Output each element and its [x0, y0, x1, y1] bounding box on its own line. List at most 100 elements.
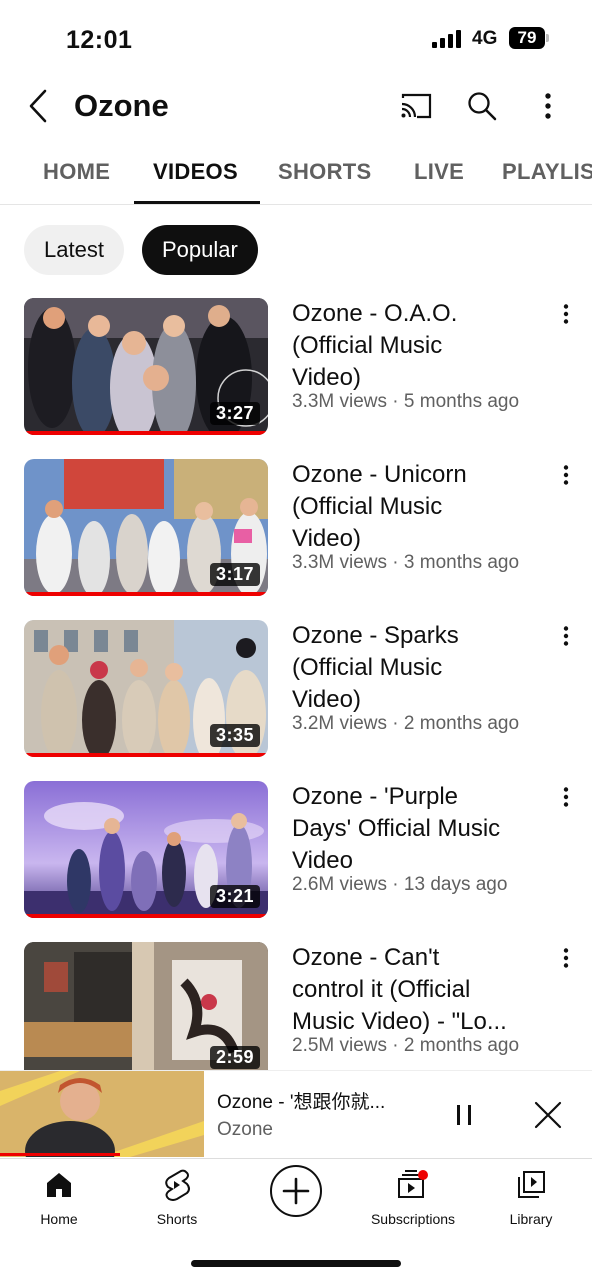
video-title[interactable]: Ozone - 'Purple Days' Official Music Vid…	[292, 781, 552, 877]
bottom-navigation: Home Shorts Subscriptions Library	[0, 1158, 592, 1236]
video-title[interactable]: Ozone - Can't control it (Official Music…	[292, 942, 552, 1038]
video-thumbnail[interactable]: 2:59	[24, 942, 268, 1079]
video-thumbnail[interactable]: 3:21	[24, 781, 268, 918]
video-thumbnail[interactable]: 3:27	[24, 298, 268, 435]
video-title-line: Video)	[292, 686, 361, 713]
nav-label: Library	[509, 1211, 553, 1227]
video-duration: 2:59	[209, 1046, 260, 1069]
more-options-button[interactable]	[528, 86, 568, 126]
vertical-dots-icon	[545, 93, 551, 119]
library-icon	[513, 1167, 549, 1203]
video-title[interactable]: Ozone - Unicorn (Official Music Video)	[292, 459, 552, 555]
vertical-dots-icon	[563, 948, 569, 968]
video-title-line: Video)	[292, 364, 361, 391]
pause-button[interactable]	[444, 1095, 484, 1135]
video-meta: 2.5M views · 2 months ago	[292, 1035, 520, 1056]
video-title-line: Video)	[292, 525, 361, 552]
vertical-dots-icon	[563, 304, 569, 324]
pause-icon	[457, 1105, 471, 1125]
chip-latest[interactable]: Latest	[24, 225, 124, 275]
nav-home[interactable]: Home	[0, 1167, 118, 1227]
network-type: 4G	[472, 28, 498, 49]
video-title-line: Ozone - O.A.O.	[292, 300, 458, 327]
cellular-signal-icon	[432, 30, 464, 48]
nav-label: Subscriptions	[370, 1211, 456, 1227]
create-button[interactable]	[270, 1165, 322, 1217]
watch-progress-bar	[24, 753, 268, 757]
tab-home[interactable]: HOME	[43, 159, 110, 185]
cast-icon	[401, 93, 432, 119]
nav-shorts[interactable]: Shorts	[118, 1167, 236, 1227]
video-title-line: Ozone - Unicorn	[292, 461, 467, 488]
tab-shorts[interactable]: SHORTS	[278, 159, 371, 185]
video-title[interactable]: Ozone - Sparks (Official Music Video)	[292, 620, 552, 716]
tab-playlists[interactable]: PLAYLIS	[502, 159, 592, 185]
chevron-left-icon	[29, 89, 47, 123]
active-tab-indicator	[134, 201, 260, 204]
video-thumbnail[interactable]: 3:17	[24, 459, 268, 596]
close-mini-player-button[interactable]	[528, 1095, 568, 1135]
video-title-line: Music Video) - "Lo...	[292, 1008, 507, 1035]
nav-subscriptions[interactable]: Subscriptions	[354, 1167, 472, 1227]
video-duration: 3:17	[209, 563, 260, 586]
video-title-line: control it (Official	[292, 976, 471, 1003]
mini-player-channel: Ozone	[217, 1119, 273, 1140]
video-title-line: (Official Music	[292, 332, 443, 359]
video-duration: 3:27	[209, 402, 260, 425]
search-icon	[468, 92, 497, 121]
battery-icon: 79	[509, 27, 545, 49]
vertical-dots-icon	[563, 465, 569, 485]
create-icon	[282, 1177, 310, 1205]
shorts-icon	[159, 1167, 195, 1203]
video-menu-button[interactable]	[556, 785, 576, 809]
video-title-line: Ozone - 'Purple	[292, 783, 458, 810]
video-title-line: Ozone - Can't	[292, 944, 440, 971]
video-menu-button[interactable]	[556, 946, 576, 970]
video-duration: 3:21	[209, 885, 260, 908]
video-thumbnail[interactable]: 3:35	[24, 620, 268, 757]
mini-player-thumbnail[interactable]	[0, 1071, 204, 1157]
chip-popular[interactable]: Popular	[142, 225, 258, 275]
tab-videos[interactable]: VIDEOS	[153, 159, 238, 185]
video-title-line: Days' Official Music	[292, 815, 501, 842]
cast-button[interactable]	[396, 86, 436, 126]
channel-header: Ozone	[0, 78, 592, 138]
video-menu-button[interactable]	[556, 624, 576, 648]
close-icon	[534, 1101, 562, 1129]
mini-player[interactable]: Ozone - '想跟你就... Ozone	[0, 1070, 592, 1157]
video-item[interactable]: 2:59 Ozone - Can't control it (Official …	[0, 942, 592, 1082]
video-menu-button[interactable]	[556, 302, 576, 326]
video-title-line: (Official Music	[292, 493, 443, 520]
status-bar: 12:01 4G 79	[0, 0, 592, 78]
video-item[interactable]: 3:27 Ozone - O.A.O. (Official Music Vide…	[0, 298, 592, 438]
video-meta: 2.6M views · 13 days ago	[292, 874, 508, 895]
mini-player-title: Ozone - '想跟你就...	[217, 1092, 386, 1113]
video-meta: 3.3M views · 3 months ago	[292, 552, 520, 573]
video-menu-button[interactable]	[556, 463, 576, 487]
channel-tabs: HOME VIDEOS SHORTS LIVE PLAYLIS	[0, 145, 592, 205]
tab-live[interactable]: LIVE	[414, 159, 464, 185]
video-title-line: Ozone - Sparks	[292, 622, 459, 649]
mini-player-progress	[0, 1153, 120, 1156]
watch-progress-bar	[24, 431, 268, 435]
nav-library[interactable]: Library	[472, 1167, 590, 1227]
video-title-line: (Official Music	[292, 654, 443, 681]
search-button[interactable]	[462, 86, 502, 126]
home-indicator	[191, 1260, 401, 1267]
video-item[interactable]: 3:35 Ozone - Sparks (Official Music Vide…	[0, 620, 592, 760]
video-title-line: Video	[292, 847, 353, 874]
nav-label: Shorts	[156, 1211, 198, 1227]
video-duration: 3:35	[209, 724, 260, 747]
watch-progress-bar	[24, 914, 268, 918]
vertical-dots-icon	[563, 787, 569, 807]
home-icon	[41, 1167, 77, 1203]
nav-label: Home	[40, 1211, 78, 1227]
battery-tip	[546, 34, 549, 42]
video-item[interactable]: 3:21 Ozone - 'Purple Days' Official Musi…	[0, 781, 592, 921]
back-button[interactable]	[20, 86, 56, 126]
video-item[interactable]: 3:17 Ozone - Unicorn (Official Music Vid…	[0, 459, 592, 599]
channel-title: Ozone	[74, 88, 169, 123]
thumbnail-image	[0, 1071, 204, 1157]
subscriptions-icon	[395, 1167, 431, 1203]
video-title[interactable]: Ozone - O.A.O. (Official Music Video)	[292, 298, 552, 394]
